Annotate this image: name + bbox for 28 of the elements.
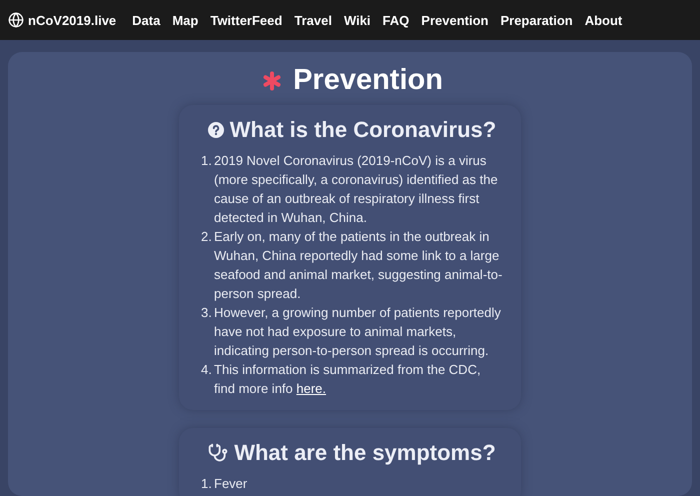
list-number: 3. xyxy=(201,304,213,322)
stethoscope-icon xyxy=(208,443,228,463)
site-logo[interactable]: nCoV2019.live xyxy=(8,12,116,28)
list-item-text: Fever xyxy=(214,475,248,493)
nav-link[interactable]: Prevention xyxy=(421,12,488,28)
nav-link[interactable]: Preparation xyxy=(500,12,573,28)
card-title: What are the symptoms? xyxy=(234,440,496,466)
page-title: Prevention xyxy=(293,64,443,97)
nav-link[interactable]: Wiki xyxy=(344,12,371,28)
list-number: 1. xyxy=(201,152,213,170)
brand-name: nCoV2019.live xyxy=(28,12,116,28)
list-item-text: This information is summarized from the CDC, find more info here. xyxy=(214,361,482,398)
nav-link[interactable]: Travel xyxy=(294,12,332,28)
list-item-text: Early on, many of the patients in the outbreak in Wuhan, China reportedly had some link to a large seafood and animal market, suggesting animal-to-person spread. xyxy=(214,228,503,303)
list-number: 1. xyxy=(201,475,213,493)
source-link[interactable]: here. xyxy=(296,381,326,396)
nav-link[interactable]: FAQ xyxy=(382,12,410,28)
nav-link[interactable]: Data xyxy=(132,12,160,28)
help-icon xyxy=(208,122,224,138)
list-item-text: However, a growing number of patients reportedly have not had exposure to animal markets, indicating person-to-person spread is occurring. xyxy=(214,304,502,360)
nav-link[interactable]: TwitterFeed xyxy=(210,12,282,28)
nav-link[interactable]: Map xyxy=(172,12,198,28)
list-number: 2. xyxy=(201,228,213,246)
globe-icon xyxy=(8,12,24,28)
card-title: What is the Coronavirus? xyxy=(230,117,496,143)
nav-link[interactable]: About xyxy=(584,12,622,28)
list-number: 4. xyxy=(201,361,213,379)
list-item-text: 2019 Novel Coronavirus (2019-nCoV) is a virus (more specifically, a coronavirus) identified as the cause of an outbreak of respiratory illness first detected in Wuhan, China. xyxy=(214,152,499,227)
